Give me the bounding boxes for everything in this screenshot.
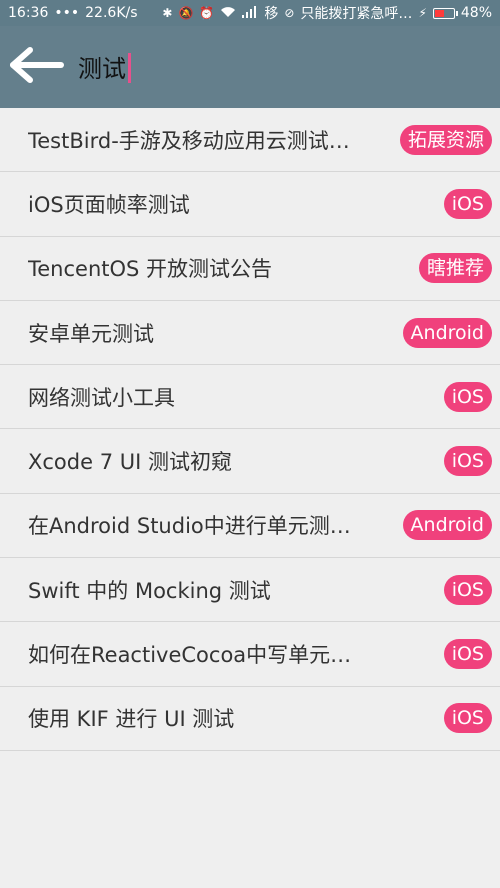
result-tag-badge: iOS bbox=[443, 446, 492, 477]
notification-dots: ••• bbox=[54, 5, 80, 21]
signal-icon bbox=[242, 6, 258, 20]
result-tag-badge: iOS bbox=[443, 703, 492, 734]
result-tag-badge: Android bbox=[402, 510, 492, 541]
result-title: 使用 KIF 进行 UI 测试 bbox=[28, 707, 235, 732]
result-title: 如何在ReactiveCocoa中写单元… bbox=[28, 643, 352, 668]
emergency-calls-label: 只能拨打紧急呼… bbox=[300, 6, 413, 22]
result-tag-badge: iOS bbox=[443, 381, 492, 412]
status-time: 16:36 bbox=[8, 5, 49, 21]
result-tag-badge: Android bbox=[402, 317, 492, 348]
bluetooth-icon: ✱ bbox=[162, 6, 173, 20]
result-row[interactable]: 网络测试小工具 iOS bbox=[0, 365, 500, 430]
status-bar-right: ✱ 🔕 ⏰ 移 ⊘ 只能拨打紧急呼… ⚡ 48% bbox=[162, 3, 492, 23]
result-title: TestBird-手游及移动应用云测试… bbox=[28, 128, 350, 153]
wifi-icon bbox=[220, 6, 236, 20]
result-title: iOS页面帧率测试 bbox=[28, 192, 190, 217]
no-sim-icon: ⊘ bbox=[284, 6, 295, 20]
result-row[interactable]: TencentOS 开放测试公告 瞎推荐 bbox=[0, 236, 500, 301]
result-row[interactable]: 如何在ReactiveCocoa中写单元… iOS bbox=[0, 622, 500, 687]
result-title: 网络测试小工具 bbox=[28, 385, 175, 410]
result-tag-badge: 拓展资源 bbox=[399, 124, 492, 155]
result-row[interactable]: 安卓单元测试 Android bbox=[0, 300, 500, 366]
carrier-label: 移 bbox=[264, 6, 279, 22]
result-title: TencentOS 开放测试公告 bbox=[28, 257, 273, 282]
result-row[interactable]: Xcode 7 UI 测试初窥 iOS bbox=[0, 429, 500, 494]
result-title: 安卓单元测试 bbox=[28, 321, 154, 346]
search-query: 测试 bbox=[78, 55, 126, 83]
status-bar: 16:36 ••• 22.6K/s ✱ 🔕 ⏰ 移 ⊘ 只能拨打紧急呼… ⚡ 4… bbox=[0, 0, 500, 26]
text-cursor bbox=[128, 53, 131, 83]
result-row[interactable]: TestBird-手游及移动应用云测试… 拓展资源 bbox=[0, 108, 500, 173]
battery-fill bbox=[434, 9, 445, 17]
result-title: 在Android Studio中进行单元测… bbox=[28, 514, 351, 539]
result-tag-badge: iOS bbox=[443, 574, 492, 605]
charging-icon: ⚡ bbox=[418, 6, 427, 20]
result-tag-badge: 瞎推荐 bbox=[418, 253, 492, 284]
battery-icon bbox=[432, 7, 458, 19]
result-title: Xcode 7 UI 测试初窥 bbox=[28, 450, 232, 475]
status-bar-left: 16:36 ••• 22.6K/s bbox=[8, 5, 138, 21]
result-tag-badge: iOS bbox=[443, 188, 492, 219]
arrow-left-icon bbox=[10, 47, 64, 87]
result-row[interactable]: iOS页面帧率测试 iOS bbox=[0, 172, 500, 237]
battery-percent: 48% bbox=[460, 5, 492, 21]
result-row[interactable]: 使用 KIF 进行 UI 测试 iOS bbox=[0, 686, 500, 751]
result-row[interactable]: Swift 中的 Mocking 测试 iOS bbox=[0, 558, 500, 623]
mute-icon: 🔕 bbox=[178, 6, 194, 20]
result-row[interactable]: 在Android Studio中进行单元测… Android bbox=[0, 493, 500, 559]
result-title: Swift 中的 Mocking 测试 bbox=[28, 578, 271, 603]
app-bar: 测试 bbox=[0, 26, 500, 108]
network-speed: 22.6K/s bbox=[85, 5, 138, 21]
result-tag-badge: iOS bbox=[443, 639, 492, 670]
back-button[interactable] bbox=[2, 26, 72, 108]
search-results-list: TestBird-手游及移动应用云测试… 拓展资源 iOS页面帧率测试 iOS Tenc… bbox=[0, 108, 500, 751]
search-input[interactable]: 测试 bbox=[78, 49, 131, 85]
alarm-icon: ⏰ bbox=[199, 6, 215, 20]
